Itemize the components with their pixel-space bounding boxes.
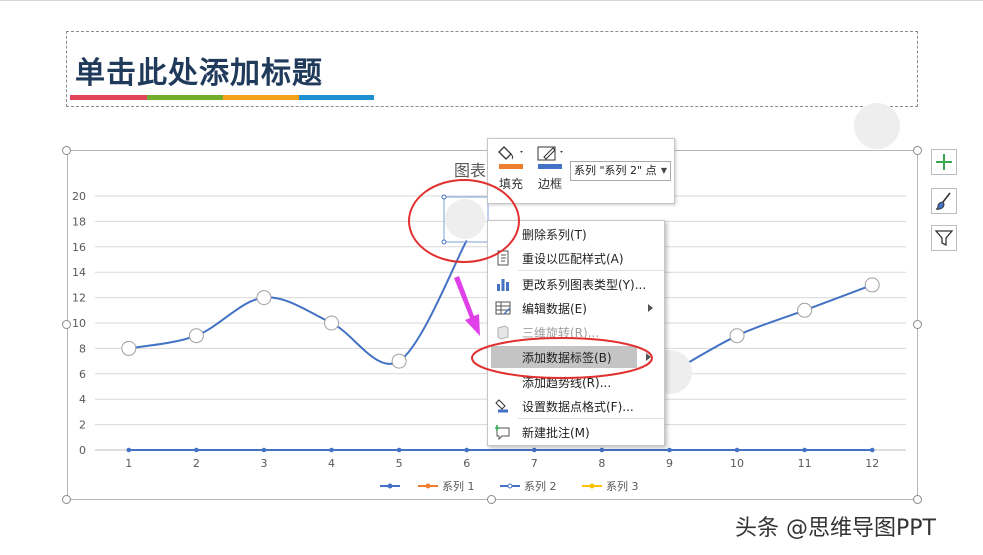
edit-data-icon (495, 301, 511, 315)
data-point (599, 447, 605, 453)
border-color-swatch (538, 164, 562, 169)
menu-separator (518, 418, 664, 419)
selection-handle[interactable] (441, 239, 447, 245)
data-point (194, 447, 199, 453)
legend-marker (387, 483, 393, 489)
data-point (261, 447, 267, 453)
menu-item-reset-style[interactable]: 重设以匹配样式(A) (489, 246, 663, 270)
data-point (126, 447, 132, 453)
y-tick-label: 12 (72, 292, 86, 305)
chart-legend: 系列 1 系列 2 系列 3 (380, 479, 639, 493)
x-axis-ticks: 1 2 3 4 5 6 7 8 9 10 11 12 (125, 457, 879, 470)
chart-title[interactable]: 图表 (454, 161, 486, 180)
y-tick-label: 6 (79, 368, 86, 381)
3d-rotation-icon (497, 325, 509, 340)
fill-color-swatch (499, 164, 523, 169)
menu-item-change-chart-type[interactable]: 更改系列图表类型(Y)... (489, 272, 663, 296)
data-point (121, 340, 137, 356)
y-tick-label: 20 (72, 190, 86, 203)
y-tick-label: 2 (79, 419, 86, 432)
legend-label: 系列 2 (524, 479, 557, 493)
delete-series-icon (495, 226, 511, 242)
y-tick-label: 16 (72, 241, 86, 254)
legend-label: 系列 1 (442, 479, 475, 493)
format-point-icon (495, 399, 508, 413)
menu-item-edit-data[interactable]: 编辑数据(E) (489, 296, 663, 320)
x-tick-label: 10 (730, 457, 744, 470)
data-point (464, 447, 470, 453)
series-selector-dropdown[interactable]: 系列 "系列 2" 点 ▼ (570, 161, 671, 181)
y-tick-label: 18 (72, 215, 86, 228)
border-label: 边框 (537, 177, 562, 191)
pen-icon (537, 146, 563, 161)
fill-button[interactable]: 填充 (494, 143, 528, 199)
y-tick-label: 10 (72, 317, 86, 330)
menu-separator (518, 270, 664, 271)
x-tick-label: 8 (598, 457, 605, 470)
submenu-arrow-icon (648, 304, 653, 312)
data-point (531, 447, 537, 453)
menu-item-delete-series[interactable]: 删除系列(T) (489, 222, 663, 246)
data-point (734, 447, 740, 453)
y-axis-ticks: 0 2 4 6 8 10 12 14 16 18 20 (72, 190, 86, 457)
fill-label: 填充 (498, 177, 523, 191)
data-point (324, 315, 340, 331)
submenu-arrow-icon (646, 353, 651, 361)
new-comment-icon (495, 425, 510, 440)
x-tick-label: 12 (865, 457, 879, 470)
series-line (128, 239, 468, 365)
data-point (802, 447, 807, 453)
y-tick-label: 4 (79, 393, 86, 406)
x-tick-label: 3 (260, 457, 267, 470)
y-tick-label: 0 (79, 444, 86, 457)
series-line (668, 283, 873, 375)
data-point (797, 302, 813, 318)
menu-item-new-comment[interactable]: 新建批注(M) (489, 420, 663, 444)
reset-style-icon (497, 250, 509, 266)
menu-item-add-data-labels[interactable]: 添加数据标签(B) (489, 345, 663, 369)
data-point (864, 277, 880, 293)
data-point (869, 447, 875, 453)
format-mini-toolbar: 填充 边框 系列 "系列 2" 点 ▼ (487, 138, 675, 204)
x-tick-label: 1 (125, 457, 132, 470)
menu-item-add-trendline[interactable]: 添加趋势线(R)... (489, 370, 663, 394)
x-tick-label: 9 (666, 457, 673, 470)
x-tick-label: 6 (463, 457, 470, 470)
legend-label: 系列 3 (606, 479, 639, 493)
x-tick-label: 7 (531, 457, 538, 470)
legend-marker (589, 483, 595, 489)
data-point (256, 290, 272, 306)
selection-handle[interactable] (441, 194, 447, 200)
x-tick-label: 11 (798, 457, 812, 470)
x-tick-label: 5 (396, 457, 403, 470)
chevron-down-icon: ▼ (660, 166, 667, 175)
data-point (188, 328, 204, 344)
context-menu: 删除系列(T) 重设以匹配样式(A) 更改系列图表类型(Y)... 编辑数据(E… (487, 220, 665, 446)
legend-marker (425, 483, 431, 489)
menu-item-format-data-point[interactable]: 设置数据点格式(F)... (489, 394, 663, 418)
legend-marker (507, 483, 513, 489)
data-point (396, 447, 402, 453)
paint-bucket-icon (498, 146, 523, 160)
data-point (729, 328, 745, 344)
border-button[interactable]: 边框 (533, 143, 567, 199)
data-point (667, 447, 672, 453)
watermark: 头条 @思维导图PPT (735, 516, 936, 541)
chart-type-icon (497, 279, 509, 291)
series-selector-value: 系列 "系列 2" 点 (574, 164, 657, 177)
y-tick-label: 14 (72, 266, 86, 279)
x-tick-label: 4 (328, 457, 335, 470)
selected-point-marker[interactable] (445, 199, 485, 239)
data-point (329, 447, 334, 453)
x-tick-label: 2 (193, 457, 200, 470)
y-tick-label: 8 (79, 342, 86, 355)
data-point (391, 353, 407, 369)
menu-item-3d-rotation: 三维旋转(R)... (489, 320, 663, 344)
